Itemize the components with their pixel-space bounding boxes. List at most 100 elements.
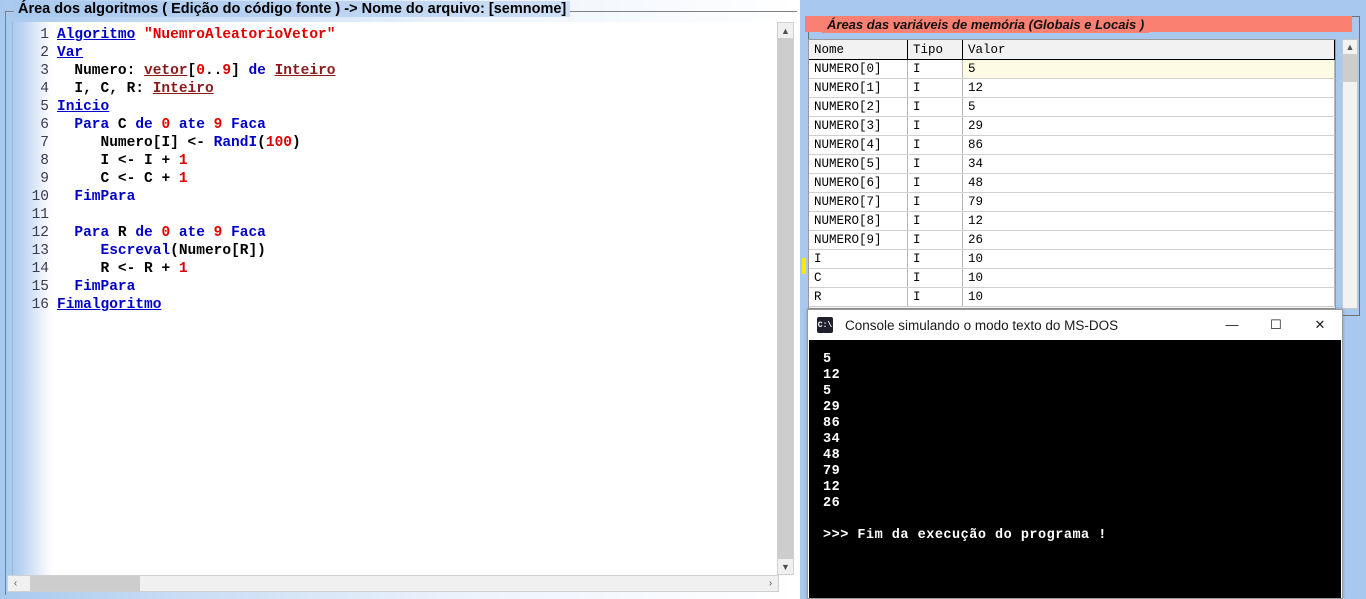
console-line: 48 [823,448,841,463]
cell-valor: 10 [962,249,1335,269]
code-line-text[interactable]: C <- C + 1 [57,170,188,188]
variables-scroll-up-icon[interactable]: ▲ [1343,40,1357,54]
cell-valor: 5 [962,97,1335,117]
column-header-nome[interactable]: Nome [809,40,908,60]
table-row[interactable]: NUMERO[5] I 34 [809,154,1335,174]
table-row[interactable]: NUMERO[3] I 29 [809,116,1335,136]
line-number: 1 [40,27,49,43]
variables-row-marker [802,258,806,274]
table-row[interactable]: NUMERO[0] I 5 [809,59,1335,79]
code-line[interactable]: 7 Numero[I] <- RandI(100) [7,134,779,152]
cell-valor: 10 [962,268,1335,288]
variables-scroll-thumb[interactable] [1343,54,1357,82]
code-line-text[interactable]: I, C, R: Inteiro [57,80,213,98]
code-line-text[interactable]: Escreval(Numero[R]) [57,242,266,260]
code-line[interactable]: 4 I, C, R: Inteiro [7,80,779,98]
code-line-text[interactable]: Numero: vetor[0..9] de Inteiro [57,62,335,80]
editor-vertical-scrollbar[interactable]: ▲ ▼ [777,22,794,575]
code-line-text[interactable]: Inicio [57,98,109,116]
vertical-scroll-thumb[interactable] [778,38,793,561]
code-line-text[interactable]: Var [57,44,83,62]
cell-valor: 12 [962,211,1335,231]
window-controls: — ☐ ✕ [1210,310,1342,339]
column-header-tipo[interactable]: Tipo [907,40,963,60]
cell-nome: C [809,268,908,288]
cell-nome: NUMERO[2] [809,97,908,117]
cell-nome: NUMERO[8] [809,211,908,231]
cell-valor: 10 [962,287,1335,307]
console-title-bar[interactable]: C:\ Console simulando o modo texto do MS… [808,310,1342,340]
code-line-text[interactable]: FimPara [57,188,135,206]
code-line-text[interactable]: Fimalgoritmo [57,296,161,314]
table-row[interactable]: NUMERO[8] I 12 [809,211,1335,231]
code-line[interactable]: 2 Var [7,44,779,62]
table-row[interactable]: NUMERO[6] I 48 [809,173,1335,193]
cell-nome: NUMERO[9] [809,230,908,250]
table-row[interactable]: NUMERO[4] I 86 [809,135,1335,155]
console-line: 34 [823,432,841,447]
console-output[interactable]: 5 12 5 29 86 34 48 79 12 26 >>> Fim da execução do… [809,340,1341,598]
scroll-right-icon[interactable]: › [763,576,778,591]
variables-table-body: NUMERO[0] I 5 NUMERO[1] I 12 NUMERO[2] I 5 NUMERO… [809,59,1335,307]
code-line[interactable]: 10 FimPara [7,188,779,206]
line-number: 7 [40,135,49,151]
code-line[interactable]: 14 R <- R + 1 [7,260,779,278]
table-row[interactable]: NUMERO[1] I 12 [809,78,1335,98]
line-number: 16 [31,297,49,313]
code-line-text[interactable]: Numero[I] <- RandI(100) [57,134,301,152]
variables-table-container[interactable]: Nome Tipo Valor NUMERO[0] I 5 NUMERO[1] I 12 N… [808,39,1336,309]
column-header-valor[interactable]: Valor [962,40,1335,60]
table-row[interactable]: C I 10 [809,268,1335,288]
line-number: 10 [31,189,49,205]
editor-title: Área dos algoritmos ( Edição do código f… [14,1,571,17]
code-line[interactable]: 6 Para C de 0 ate 9 Faca [7,116,779,134]
scroll-left-icon[interactable]: ‹ [8,576,23,591]
code-lines[interactable]: 1 Algoritmo "NuemroAleatorioVetor" 2 Var 3 N… [7,26,779,314]
line-number: 3 [40,63,49,79]
code-line-text[interactable]: I <- I + 1 [57,152,188,170]
code-editor[interactable]: 1 Algoritmo "NuemroAleatorioVetor" 2 Var 3 N… [7,22,779,575]
code-line-text[interactable]: Para R de 0 ate 9 Faca [57,224,265,242]
cell-valor: 26 [962,230,1335,250]
scroll-up-icon[interactable]: ▲ [778,23,793,38]
code-line-text[interactable]: Para C de 0 ate 9 Faca [57,116,265,134]
line-number: 6 [40,117,49,133]
table-row[interactable]: I I 10 [809,249,1335,269]
code-line[interactable]: 16 Fimalgoritmo [7,296,779,314]
code-line-text[interactable]: R <- R + 1 [57,260,188,278]
scroll-down-icon[interactable]: ▼ [778,559,793,574]
horizontal-scroll-thumb[interactable] [30,576,140,591]
console-window[interactable]: C:\ Console simulando o modo texto do MS… [807,309,1343,599]
maximize-button[interactable]: ☐ [1254,310,1298,339]
variables-title: Áreas das variáveis de memória (Globais … [822,17,1150,33]
console-window-title: Console simulando o modo texto do MS-DOS [845,317,1119,333]
code-line[interactable]: 12 Para R de 0 ate 9 Faca [7,224,779,242]
editor-horizontal-scrollbar[interactable]: ‹ › [7,575,779,592]
cell-valor: 34 [962,154,1335,174]
code-line[interactable]: 8 I <- I + 1 [7,152,779,170]
code-line[interactable]: 13 Escreval(Numero[R]) [7,242,779,260]
line-number: 11 [31,207,49,223]
code-line[interactable]: 1 Algoritmo "NuemroAleatorioVetor" [7,26,779,44]
table-row[interactable]: NUMERO[9] I 26 [809,230,1335,250]
code-line[interactable]: 5 Inicio [7,98,779,116]
cell-nome: I [809,249,908,269]
code-line-text[interactable]: FimPara [57,278,135,296]
cell-nome: NUMERO[4] [809,135,908,155]
table-row[interactable]: R I 10 [809,287,1335,307]
table-row[interactable]: NUMERO[7] I 79 [809,192,1335,212]
code-line[interactable]: 9 C <- C + 1 [7,170,779,188]
code-line[interactable]: 11 [7,206,779,224]
cell-nome: NUMERO[5] [809,154,908,174]
code-line-text[interactable]: Algoritmo "NuemroAleatorioVetor" [57,26,335,44]
table-row[interactable]: NUMERO[2] I 5 [809,97,1335,117]
close-button[interactable]: ✕ [1298,310,1342,339]
cell-tipo: I [907,287,963,307]
code-line[interactable]: 3 Numero: vetor[0..9] de Inteiro [7,62,779,80]
minimize-button[interactable]: — [1210,310,1254,339]
cell-valor: 12 [962,78,1335,98]
console-line: 12 [823,368,841,383]
table-header-row: Nome Tipo Valor [809,40,1335,60]
code-line[interactable]: 15 FimPara [7,278,779,296]
variables-vertical-scrollbar[interactable]: ▲ [1342,39,1358,309]
